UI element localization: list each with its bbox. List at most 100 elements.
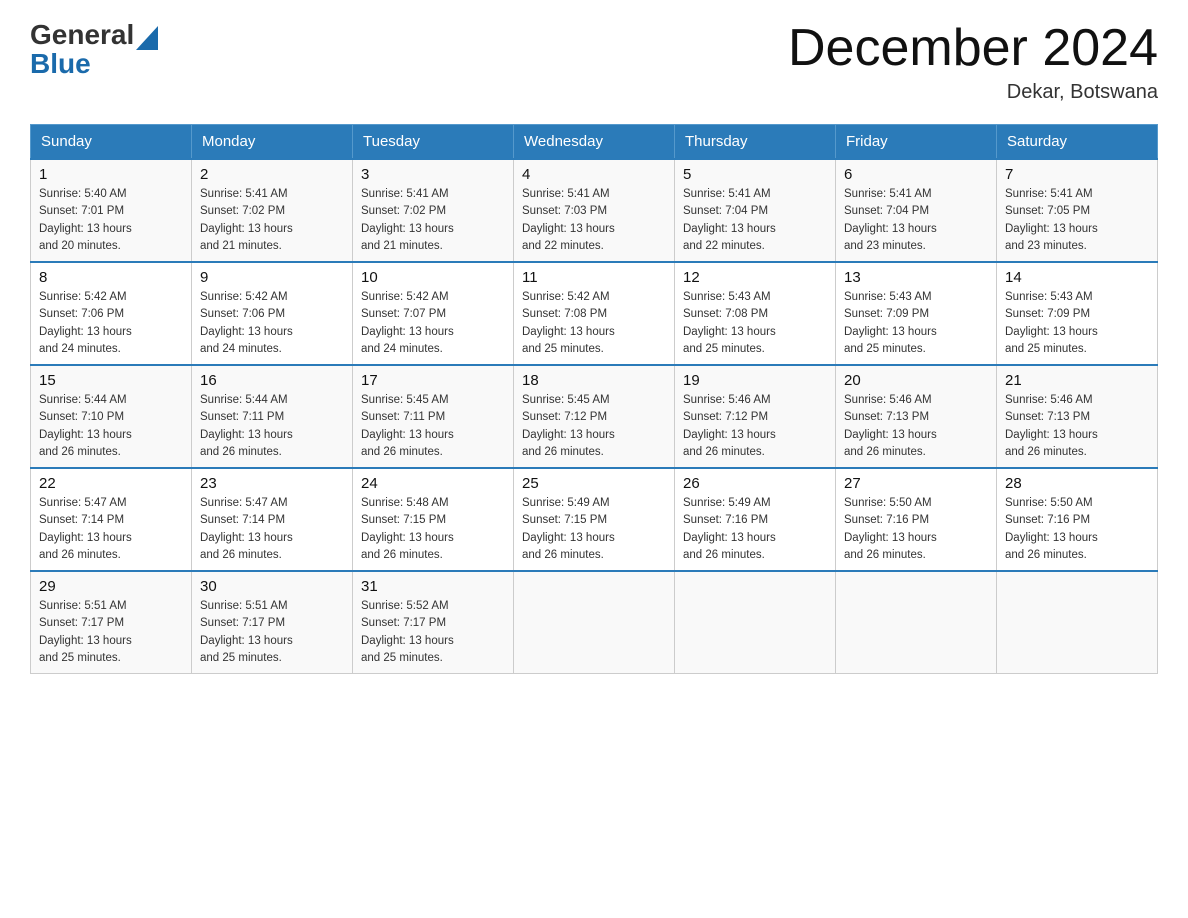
- calendar-table: SundayMondayTuesdayWednesdayThursdayFrid…: [30, 124, 1158, 674]
- day-info: Sunrise: 5:49 AMSunset: 7:16 PMDaylight:…: [683, 495, 827, 564]
- day-info: Sunrise: 5:52 AMSunset: 7:17 PMDaylight:…: [361, 598, 505, 667]
- day-number: 27: [844, 475, 988, 492]
- day-info: Sunrise: 5:44 AMSunset: 7:10 PMDaylight:…: [39, 392, 183, 461]
- day-info: Sunrise: 5:43 AMSunset: 7:09 PMDaylight:…: [1005, 289, 1149, 358]
- day-number: 15: [39, 372, 183, 389]
- page-header: General Blue December 2024 Dekar, Botswa…: [30, 20, 1158, 104]
- day-info: Sunrise: 5:47 AMSunset: 7:14 PMDaylight:…: [200, 495, 344, 564]
- calendar-header-row: SundayMondayTuesdayWednesdayThursdayFrid…: [31, 125, 1158, 160]
- calendar-cell: 23 Sunrise: 5:47 AMSunset: 7:14 PMDayligh…: [192, 468, 353, 571]
- day-number: 17: [361, 372, 505, 389]
- day-info: Sunrise: 5:47 AMSunset: 7:14 PMDaylight:…: [39, 495, 183, 564]
- calendar-cell: 13 Sunrise: 5:43 AMSunset: 7:09 PMDayligh…: [836, 262, 997, 365]
- day-info: Sunrise: 5:41 AMSunset: 7:02 PMDaylight:…: [361, 186, 505, 255]
- day-info: Sunrise: 5:46 AMSunset: 7:12 PMDaylight:…: [683, 392, 827, 461]
- calendar-cell: 25 Sunrise: 5:49 AMSunset: 7:15 PMDayligh…: [514, 468, 675, 571]
- month-title: December 2024: [788, 20, 1158, 77]
- day-info: Sunrise: 5:44 AMSunset: 7:11 PMDaylight:…: [200, 392, 344, 461]
- column-header-wednesday: Wednesday: [514, 125, 675, 160]
- column-header-tuesday: Tuesday: [353, 125, 514, 160]
- day-info: Sunrise: 5:46 AMSunset: 7:13 PMDaylight:…: [1005, 392, 1149, 461]
- day-number: 7: [1005, 166, 1149, 183]
- day-info: Sunrise: 5:42 AMSunset: 7:06 PMDaylight:…: [200, 289, 344, 358]
- day-number: 5: [683, 166, 827, 183]
- day-info: Sunrise: 5:49 AMSunset: 7:15 PMDaylight:…: [522, 495, 666, 564]
- day-info: Sunrise: 5:48 AMSunset: 7:15 PMDaylight:…: [361, 495, 505, 564]
- day-number: 23: [200, 475, 344, 492]
- calendar-cell: 27 Sunrise: 5:50 AMSunset: 7:16 PMDayligh…: [836, 468, 997, 571]
- calendar-cell: 16Sunrise: 5:44 AMSunset: 7:11 PMDayligh…: [192, 365, 353, 468]
- day-info: Sunrise: 5:41 AMSunset: 7:05 PMDaylight:…: [1005, 186, 1149, 255]
- calendar-cell: 15 Sunrise: 5:44 AMSunset: 7:10 PMDayligh…: [31, 365, 192, 468]
- day-number: 10: [361, 269, 505, 286]
- day-number: 12: [683, 269, 827, 286]
- week-row-5: 29 Sunrise: 5:51 AMSunset: 7:17 PMDayligh…: [31, 571, 1158, 674]
- week-row-1: 1Sunrise: 5:40 AMSunset: 7:01 PMDaylight…: [31, 159, 1158, 262]
- day-number: 28: [1005, 475, 1149, 492]
- day-number: 29: [39, 578, 183, 595]
- day-number: 26: [683, 475, 827, 492]
- calendar-cell: 12 Sunrise: 5:43 AMSunset: 7:08 PMDayligh…: [675, 262, 836, 365]
- title-section: December 2024 Dekar, Botswana: [788, 20, 1158, 104]
- calendar-cell: 28 Sunrise: 5:50 AMSunset: 7:16 PMDayligh…: [997, 468, 1158, 571]
- day-info: Sunrise: 5:45 AMSunset: 7:11 PMDaylight:…: [361, 392, 505, 461]
- day-info: Sunrise: 5:51 AMSunset: 7:17 PMDaylight:…: [39, 598, 183, 667]
- calendar-cell: 11 Sunrise: 5:42 AMSunset: 7:08 PMDayligh…: [514, 262, 675, 365]
- day-number: 3: [361, 166, 505, 183]
- column-header-saturday: Saturday: [997, 125, 1158, 160]
- calendar-cell: 19 Sunrise: 5:46 AMSunset: 7:12 PMDayligh…: [675, 365, 836, 468]
- day-number: 6: [844, 166, 988, 183]
- day-info: Sunrise: 5:43 AMSunset: 7:09 PMDaylight:…: [844, 289, 988, 358]
- day-number: 11: [522, 269, 666, 286]
- calendar-cell: 24 Sunrise: 5:48 AMSunset: 7:15 PMDayligh…: [353, 468, 514, 571]
- column-header-friday: Friday: [836, 125, 997, 160]
- calendar-cell: 4Sunrise: 5:41 AMSunset: 7:03 PMDaylight…: [514, 159, 675, 262]
- calendar-cell: 31 Sunrise: 5:52 AMSunset: 7:17 PMDayligh…: [353, 571, 514, 674]
- day-number: 8: [39, 269, 183, 286]
- calendar-cell: 3 Sunrise: 5:41 AMSunset: 7:02 PMDaylight…: [353, 159, 514, 262]
- day-info: Sunrise: 5:42 AMSunset: 7:07 PMDaylight:…: [361, 289, 505, 358]
- day-info: Sunrise: 5:50 AMSunset: 7:16 PMDaylight:…: [1005, 495, 1149, 564]
- logo-general-text: General: [30, 21, 134, 49]
- day-number: 2: [200, 166, 344, 183]
- day-number: 4: [522, 166, 666, 183]
- day-info: Sunrise: 5:43 AMSunset: 7:08 PMDaylight:…: [683, 289, 827, 358]
- calendar-cell: 6Sunrise: 5:41 AMSunset: 7:04 PMDaylight…: [836, 159, 997, 262]
- calendar-cell: 26 Sunrise: 5:49 AMSunset: 7:16 PMDayligh…: [675, 468, 836, 571]
- calendar-cell: 5Sunrise: 5:41 AMSunset: 7:04 PMDaylight…: [675, 159, 836, 262]
- calendar-cell: [675, 571, 836, 674]
- column-header-monday: Monday: [192, 125, 353, 160]
- day-info: Sunrise: 5:45 AMSunset: 7:12 PMDaylight:…: [522, 392, 666, 461]
- calendar-cell: 18 Sunrise: 5:45 AMSunset: 7:12 PMDayligh…: [514, 365, 675, 468]
- day-number: 24: [361, 475, 505, 492]
- logo: General Blue: [30, 20, 158, 78]
- day-number: 18: [522, 372, 666, 389]
- column-header-sunday: Sunday: [31, 125, 192, 160]
- calendar-cell: 17 Sunrise: 5:45 AMSunset: 7:11 PMDayligh…: [353, 365, 514, 468]
- day-number: 22: [39, 475, 183, 492]
- column-header-thursday: Thursday: [675, 125, 836, 160]
- logo-triangle-icon: [136, 22, 158, 50]
- week-row-2: 8 Sunrise: 5:42 AMSunset: 7:06 PMDaylight…: [31, 262, 1158, 365]
- calendar-cell: 29 Sunrise: 5:51 AMSunset: 7:17 PMDayligh…: [31, 571, 192, 674]
- calendar-cell: 20Sunrise: 5:46 AMSunset: 7:13 PMDayligh…: [836, 365, 997, 468]
- day-number: 1: [39, 166, 183, 183]
- week-row-4: 22 Sunrise: 5:47 AMSunset: 7:14 PMDayligh…: [31, 468, 1158, 571]
- day-number: 19: [683, 372, 827, 389]
- location-label: Dekar, Botswana: [788, 81, 1158, 104]
- calendar-cell: 2Sunrise: 5:41 AMSunset: 7:02 PMDaylight…: [192, 159, 353, 262]
- day-info: Sunrise: 5:42 AMSunset: 7:06 PMDaylight:…: [39, 289, 183, 358]
- day-number: 13: [844, 269, 988, 286]
- calendar-cell: [514, 571, 675, 674]
- day-number: 31: [361, 578, 505, 595]
- day-info: Sunrise: 5:42 AMSunset: 7:08 PMDaylight:…: [522, 289, 666, 358]
- day-number: 25: [522, 475, 666, 492]
- day-number: 9: [200, 269, 344, 286]
- calendar-cell: 14 Sunrise: 5:43 AMSunset: 7:09 PMDayligh…: [997, 262, 1158, 365]
- day-number: 14: [1005, 269, 1149, 286]
- calendar-cell: 22 Sunrise: 5:47 AMSunset: 7:14 PMDayligh…: [31, 468, 192, 571]
- day-info: Sunrise: 5:50 AMSunset: 7:16 PMDaylight:…: [844, 495, 988, 564]
- day-info: Sunrise: 5:46 AMSunset: 7:13 PMDaylight:…: [844, 392, 988, 461]
- calendar-cell: 1Sunrise: 5:40 AMSunset: 7:01 PMDaylight…: [31, 159, 192, 262]
- logo-blue-text: Blue: [30, 50, 158, 78]
